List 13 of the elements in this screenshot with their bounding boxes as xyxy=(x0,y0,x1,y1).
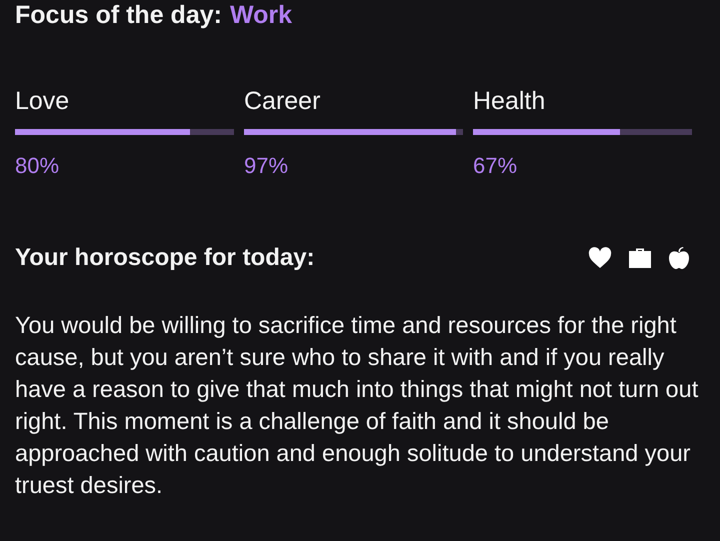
apple-icon xyxy=(668,246,690,270)
meter-percentage: 97% xyxy=(244,153,290,179)
meter-label: Health xyxy=(473,86,546,116)
meter-label: Career xyxy=(244,86,322,116)
heart-icon xyxy=(588,247,612,269)
meter-percentage: 67% xyxy=(473,153,518,179)
meter-label: Love xyxy=(15,86,70,116)
horoscope-text: You would be willing to sacrifice time and resources for the right cause, but you aren’t sure who to share it with and if you really have a reason to give that much into things that might not turn out right. This moment is a challenge of faith and it should be approached with caution and enough solitude to understand your truest desires. xyxy=(15,311,700,500)
section-title: Your horoscope for today: xyxy=(15,243,315,273)
focus-value: Work xyxy=(230,0,292,30)
meter-percentage: 80% xyxy=(15,153,60,179)
briefcase-icon xyxy=(628,247,652,269)
focus-label: Focus of the day: xyxy=(15,0,222,30)
